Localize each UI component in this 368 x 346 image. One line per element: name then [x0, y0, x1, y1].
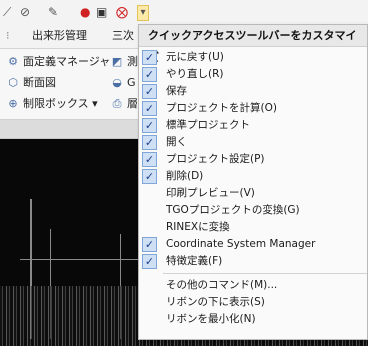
surface-definition-manager-button[interactable]: ⚙ 面定義マネージャ — [6, 53, 110, 71]
pen-icon[interactable]: ✎ — [48, 5, 58, 19]
checkmark-icon: ✓ — [142, 237, 157, 252]
limit-box-button[interactable]: ⊕ 制限ボックス ▾ — [6, 95, 98, 113]
g-button[interactable]: ◒ G — [110, 74, 136, 92]
button-label: 層 — [127, 97, 138, 110]
menu-item-label: 標準プロジェクト — [166, 119, 250, 131]
menu-item[interactable]: ✓ 削除(D) — [139, 168, 367, 185]
menu-item-label: プロジェクトを計算(O) — [166, 102, 277, 114]
menu-item-label: Coordinate System Manager — [166, 238, 316, 250]
menu-item-label: その他のコマンド(M)... — [166, 279, 278, 291]
menu-item-label: 削除(D) — [166, 170, 204, 182]
menu-item[interactable]: ✓ Coordinate System Manager — [139, 236, 367, 253]
menu-item[interactable]: ✓ 標準プロジェクト — [139, 117, 367, 134]
menu-item-label: リボンを最小化(N) — [166, 313, 256, 325]
menu-item-label: 印刷プレビュー(V) — [166, 187, 255, 199]
menu-item[interactable]: ✓ プロジェクト設定(P) — [139, 151, 367, 168]
menu-item[interactable]: その他のコマンド(M)... — [139, 277, 367, 294]
cross-section-icon: ⬡ — [8, 76, 18, 89]
menu-item-label: リボンの下に表示(S) — [166, 296, 265, 308]
limit-box-icon: ⊕ — [8, 97, 18, 110]
menu-item[interactable]: RINEXに変換 — [139, 219, 367, 236]
checkmark-icon: ✓ — [142, 101, 157, 116]
menu-title: クイックアクセスツールバーをカスタマイズ — [139, 25, 367, 64]
record-icon[interactable]: ● — [80, 5, 90, 19]
measure-icon: ◩ — [111, 55, 123, 68]
tab-as-built[interactable]: 出来形管理 — [32, 28, 87, 44]
button-label: 断面図 — [23, 76, 56, 89]
checkmark-icon: ✓ — [142, 152, 157, 167]
layer-icon: ⎙ — [112, 97, 122, 110]
menu-item[interactable]: ✓ 特徴定義(F) — [139, 253, 367, 270]
button-label: 制限ボックス ▾ — [23, 97, 98, 110]
menu-item-label: TGOプロジェクトの変換(G) — [166, 204, 300, 216]
menu-item-label: 特徴定義(F) — [166, 255, 223, 267]
menu-separator — [163, 273, 367, 274]
menu-item[interactable]: リボンの下に表示(S) — [139, 294, 367, 311]
checkmark-icon: ✓ — [142, 254, 157, 269]
checkmark-icon: ✓ — [142, 67, 157, 82]
menu-item[interactable]: リボンを最小化(N) — [139, 311, 367, 328]
button-label: G — [127, 76, 136, 89]
menu-item[interactable]: ✓ 保存 — [139, 83, 367, 100]
button-label: 面定義マネージャ — [23, 55, 111, 68]
save-icon[interactable]: ▣ — [96, 5, 107, 19]
button-label: 測 — [127, 55, 138, 68]
customize-dropdown-icon[interactable]: ▾ — [137, 5, 149, 21]
menu-item-label: 元に戻す(U) — [166, 51, 224, 63]
layer-button[interactable]: ⎙ 層 — [110, 95, 138, 113]
tool-icon[interactable]: ⟋ — [3, 5, 11, 19]
menu-item-label: プロジェクト設定(P) — [166, 153, 265, 165]
tab-separator: ⁝ — [6, 29, 10, 42]
surface-manager-icon: ⚙ — [8, 55, 18, 68]
menu-item[interactable]: TGOプロジェクトの変換(G) — [139, 202, 367, 219]
eraser-icon[interactable]: ⊘ — [20, 5, 30, 19]
menu-item[interactable]: ✓ 開く — [139, 134, 367, 151]
cross-section-button[interactable]: ⬡ 断面図 — [6, 74, 56, 92]
menu-item[interactable]: ✓ 元に戻す(U) — [139, 49, 367, 66]
menu-item[interactable]: ✓ プロジェクトを計算(O) — [139, 100, 367, 117]
quick-access-toolbar: ⟋ ⊘ ✎ ● ▣ ⨂ ▾ — [0, 0, 368, 24]
checkmark-icon: ✓ — [142, 118, 157, 133]
menu-item-label: 保存 — [166, 85, 187, 97]
measure-button[interactable]: ◩ 測 — [110, 53, 138, 71]
checkmark-icon: ✓ — [142, 135, 157, 150]
menu-command-list: ✓ 元に戻す(U) ✓ やり直し(R) ✓ 保存 ✓ プロジェクトを計算(O) ✓ 標準プロジェク… — [139, 49, 367, 328]
menu-item-label: RINEXに変換 — [166, 221, 230, 233]
checkmark-icon: ✓ — [142, 84, 157, 99]
g-icon: ◒ — [112, 76, 122, 89]
menu-item-label: 開く — [166, 136, 187, 148]
checkmark-icon: ✓ — [142, 169, 157, 184]
customize-qat-menu: クイックアクセスツールバーをカスタマイズ ✓ 元に戻す(U) ✓ やり直し(R) ✓ 保存… — [138, 24, 368, 340]
checkmark-icon: ✓ — [142, 50, 157, 65]
close-circle-icon[interactable]: ⨂ — [116, 5, 128, 19]
viewport-line — [20, 259, 150, 260]
menu-item-label: やり直し(R) — [166, 68, 224, 80]
menu-item[interactable]: ✓ やり直し(R) — [139, 66, 367, 83]
tab-3d[interactable]: 三次 — [112, 28, 134, 44]
menu-item[interactable]: 印刷プレビュー(V) — [139, 185, 367, 202]
